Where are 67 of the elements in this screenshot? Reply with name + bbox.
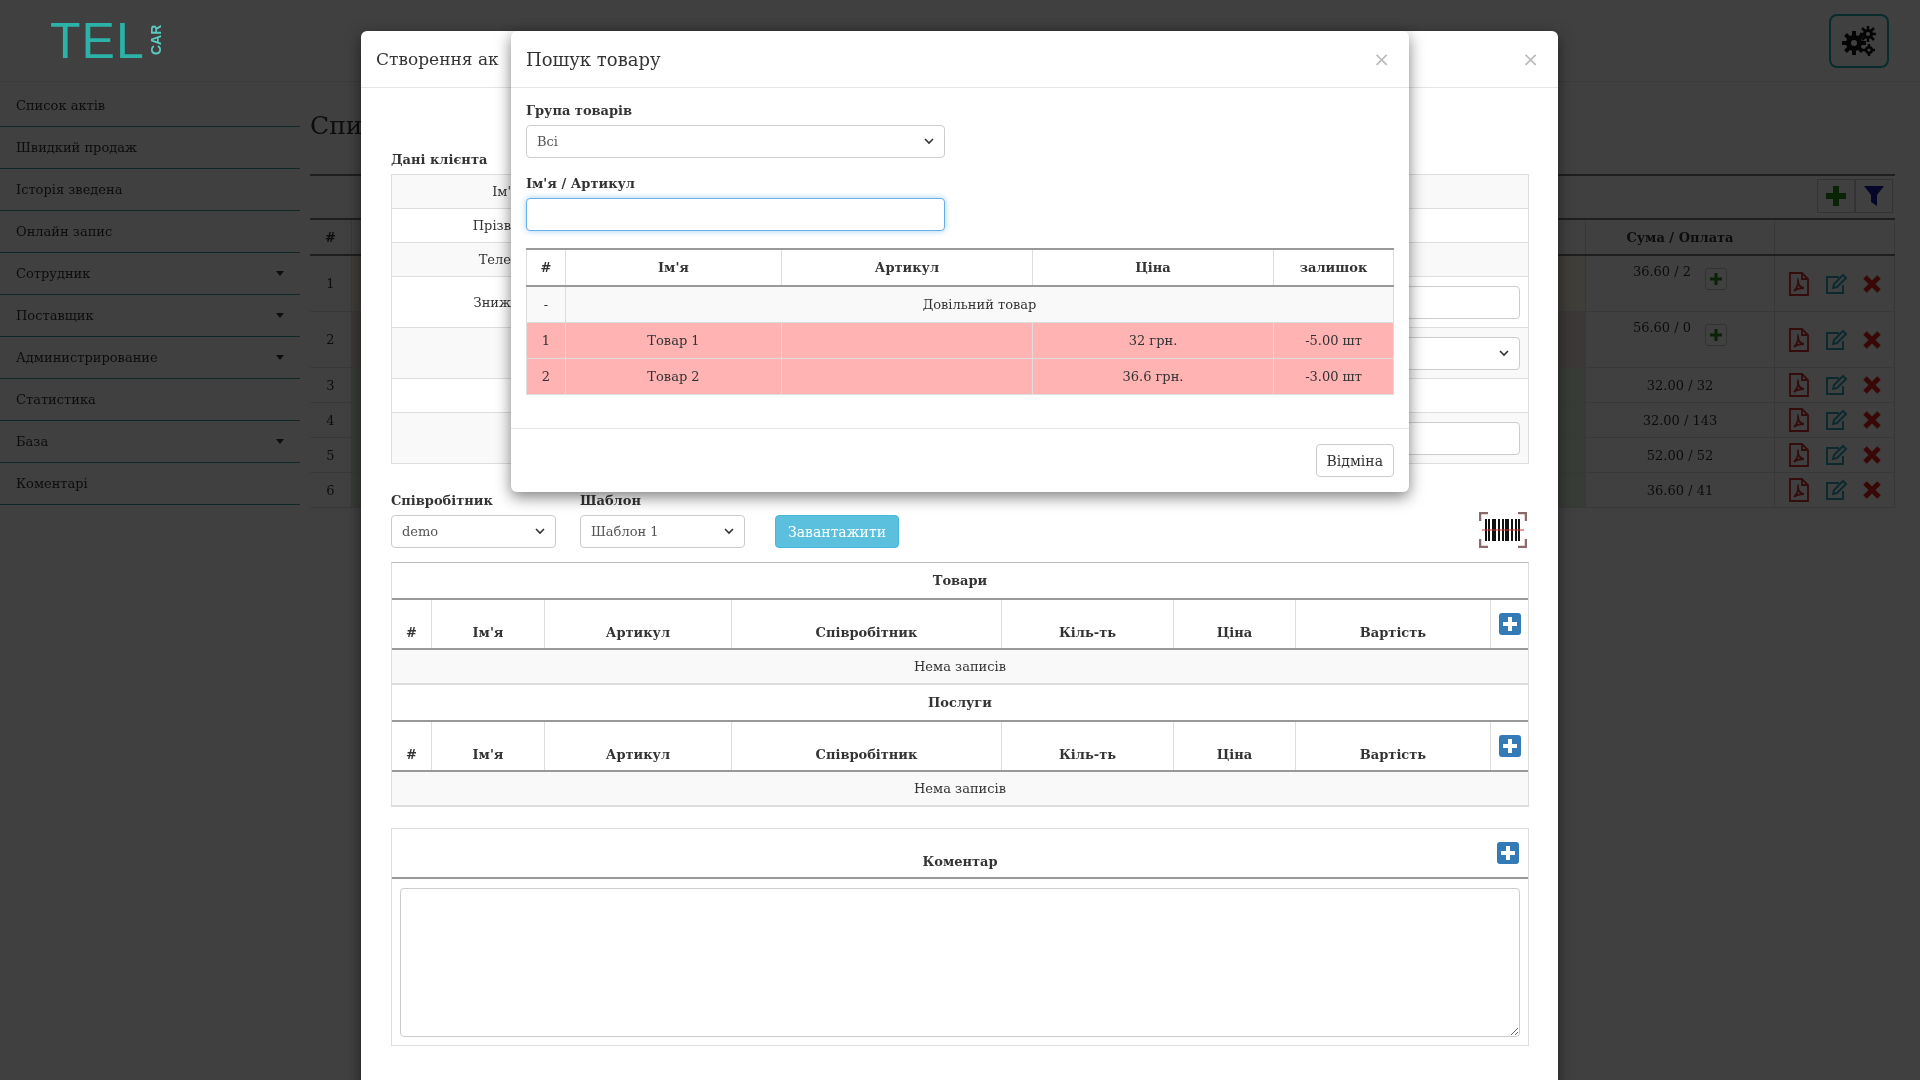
column-header: Артикул [545,600,732,648]
field-label: Шаблон [580,493,642,509]
column-header: Кіль-ть [1002,600,1174,648]
barcode-icon[interactable] [1479,512,1527,548]
employee-select[interactable]: demo [391,515,556,548]
field-label: Зниж [473,294,511,310]
field-label: Ім' [492,184,511,199]
section-title: Товари [392,563,1528,600]
field-label: Співробітник [391,493,494,509]
cancel-button[interactable]: Відміна [1315,444,1394,477]
comment-field[interactable] [400,888,1520,1037]
column-header: Ім'я [566,250,782,285]
logo-text: TEL [50,19,145,62]
column-header: Кіль-ть [1002,722,1174,770]
column-header: Ціна [1174,722,1296,770]
section-title: Дані клієнта [391,152,489,168]
table-cell: Товар 2 [566,359,782,394]
table-row[interactable]: 2 Товар 2 36.6 грн. -3.00 шт [526,359,1394,395]
column-header: Співробітник [732,600,1002,648]
logo-subtext: CAR [147,24,164,55]
field-label: Група товарів [526,103,634,119]
column-header: Ім'я [432,722,545,770]
add-icon[interactable] [1498,735,1521,757]
column-header: Ціна [1174,600,1296,648]
add-icon[interactable] [1497,842,1519,864]
template-select[interactable]: Шаблон 1 [580,515,745,548]
table-cell: 1 [526,323,566,358]
close-button[interactable]: × [1518,47,1543,71]
column-header: # [392,722,432,770]
column-header: Артикул [782,250,1033,285]
field-label: Теле [478,252,511,267]
table-cell: Довільний товар [566,287,1394,322]
chevron-down-icon [1499,349,1509,357]
column-header: # [526,250,566,285]
chevron-down-icon [535,528,545,535]
empty-message: Нема записів [392,650,1528,684]
section-title: Послуги [392,685,1528,722]
table-cell: -3.00 шт [1274,359,1394,394]
search-field[interactable] [526,198,945,231]
table-cell: 36.6 грн. [1033,359,1274,394]
dialog-title: Створення ак [376,49,499,69]
column-header: Вартість [1296,600,1491,648]
table-cell: - [526,287,566,322]
section-title: Коментар [921,853,999,871]
table-cell: 32 грн. [1033,323,1274,358]
add-icon[interactable] [1498,613,1521,635]
column-header: # [392,600,432,648]
empty-message: Нема записів [392,772,1528,806]
dialog-title: Пошук товару [526,48,661,70]
table-cell: -5.00 шт [1274,323,1394,358]
close-button[interactable]: × [1369,47,1394,71]
table-row[interactable]: 1 Товар 1 32 грн. -5.00 шт [526,323,1394,359]
field-label: Прізв [472,218,511,233]
chevron-down-icon [724,528,734,535]
group-select[interactable]: Всі [526,125,945,158]
column-header: залишок [1274,250,1394,285]
column-header: Вартість [1296,722,1491,770]
chevron-down-icon [924,138,934,145]
column-header: Ім'я [432,600,545,648]
table-cell: Товар 1 [566,323,782,358]
field-label: Ім'я / Артикул [526,176,636,192]
column-header: Артикул [545,722,732,770]
column-header: Ціна [1033,250,1274,285]
table-row[interactable]: - Довільний товар [526,287,1394,323]
table-cell: 2 [526,359,566,394]
column-header: Співробітник [732,722,1002,770]
load-button[interactable]: Завантажити [775,515,899,548]
